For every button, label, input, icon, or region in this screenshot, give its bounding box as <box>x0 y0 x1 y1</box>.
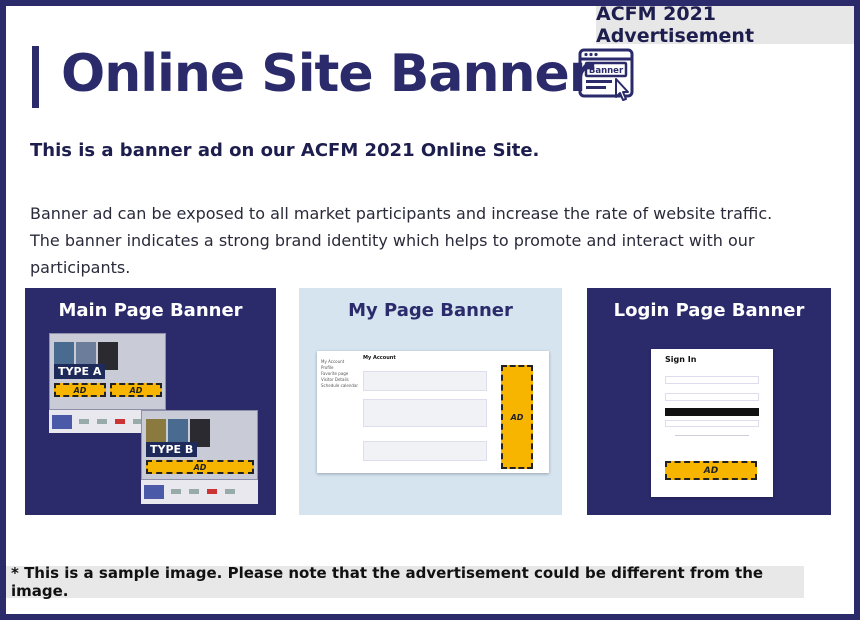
my-account-heading: My Account <box>363 355 396 361</box>
title-accent-bar <box>32 46 39 108</box>
login-page-mockup: Sign In AD <box>651 349 773 497</box>
type-b-mockup: TYPE B AD <box>141 410 258 480</box>
description: Banner ad can be exposed to all market p… <box>30 200 854 281</box>
banner-browser-icon: Banner <box>578 48 634 101</box>
type-a-mockup: TYPE A AD AD <box>49 333 166 410</box>
login-panel-title: Login Page Banner <box>613 300 805 321</box>
sign-in-heading: Sign In <box>665 355 697 364</box>
my-page-ad: AD <box>501 365 533 469</box>
login-page-ad: AD <box>665 461 757 480</box>
main-page-banner-panel: Main Page Banner TYPE A AD AD TYPE B AD <box>25 288 276 515</box>
type-a-label: TYPE A <box>54 364 106 379</box>
my-panel-title: My Page Banner <box>348 300 513 321</box>
type-b-label: TYPE B <box>146 442 198 457</box>
type-a-ad-left: AD <box>54 383 106 397</box>
event-tag: ACFM 2021 Advertisement <box>596 3 854 47</box>
description-line-1: Banner ad can be exposed to all market p… <box>30 204 773 223</box>
page-title: Online Site Banner <box>61 44 594 104</box>
banner-icon-label: Banner <box>589 66 624 76</box>
description-line-2: The banner indicates a strong brand iden… <box>30 231 755 277</box>
type-a-ad-right: AD <box>110 383 162 397</box>
login-page-banner-panel: Login Page Banner Sign In AD <box>587 288 831 515</box>
type-b-strip <box>141 480 258 504</box>
my-page-mockup: My Account Profile Favorite page Visitor… <box>317 351 549 473</box>
page: ACFM 2021 Advertisement Online Site Bann… <box>6 3 854 614</box>
lead-text: This is a banner ad on our ACFM 2021 Onl… <box>30 140 540 161</box>
type-b-ad: AD <box>146 460 254 474</box>
sample-footnote: * This is a sample image. Please note th… <box>6 564 804 600</box>
main-panel-title: Main Page Banner <box>58 300 243 321</box>
my-page-banner-panel: My Page Banner My Account Profile Favori… <box>299 288 562 515</box>
